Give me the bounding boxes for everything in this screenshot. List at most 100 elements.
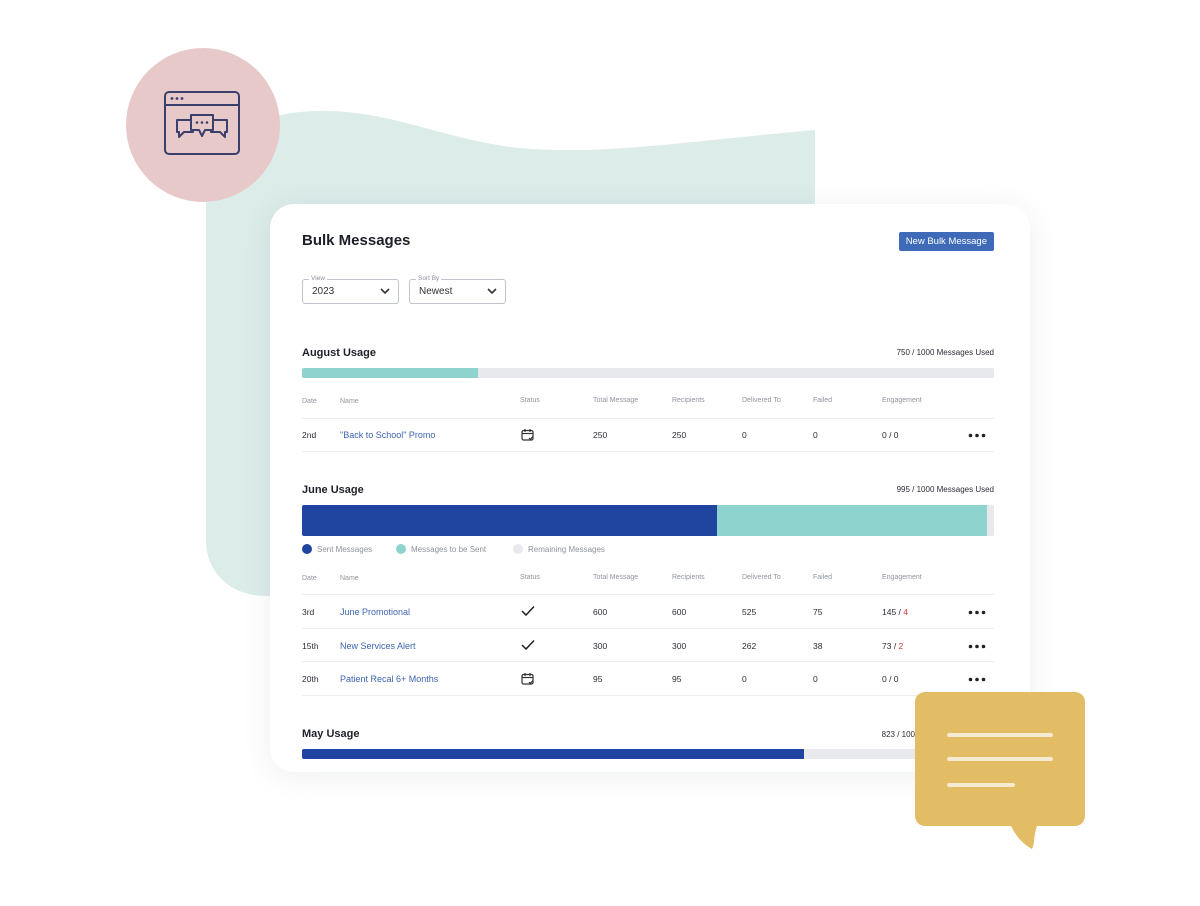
august-usage-title: August Usage [302, 347, 376, 359]
sort-select-label: Sort By [416, 275, 442, 282]
more-options-icon[interactable] [968, 644, 986, 649]
column-header-failed: Failed [813, 397, 833, 404]
engagement-opened: 145 / [882, 607, 904, 617]
view-select-label: View [309, 275, 327, 282]
row-date: 15th [302, 641, 319, 651]
browser-chat-icon [164, 91, 240, 155]
column-header-recipients: Recipients [672, 574, 705, 581]
row-name-link[interactable]: New Services Alert [340, 641, 416, 651]
legend-remaining-label: Remaining Messages [528, 544, 605, 554]
row-recipients: 250 [672, 430, 687, 440]
june-usage-title: June Usage [302, 484, 364, 496]
row-divider [302, 451, 994, 452]
column-header-status: Status [520, 397, 540, 404]
legend-sent: Sent Messages [302, 544, 372, 554]
more-options-icon[interactable] [968, 610, 986, 615]
column-header-engagement: Engagement [882, 397, 922, 404]
legend-sent-label: Sent Messages [317, 544, 373, 554]
row-engagement: 145 / 4 [882, 607, 908, 617]
checkmark-icon [521, 605, 535, 617]
row-engagement: 0 / 0 [882, 674, 899, 684]
calendar-scheduled-icon [521, 429, 534, 441]
row-divider [302, 594, 994, 595]
row-total: 95 [593, 674, 603, 684]
row-total: 300 [593, 641, 608, 651]
chevron-down-icon [380, 288, 390, 295]
sort-select[interactable]: Sort By Newest [409, 275, 506, 304]
new-bulk-message-button[interactable]: New Bulk Message [898, 232, 994, 251]
chevron-down-icon [487, 288, 497, 295]
may-sent-segment [302, 749, 805, 759]
row-recipients: 95 [672, 674, 682, 684]
row-delivered: 262 [742, 641, 757, 651]
message-bubble-icon [915, 692, 1085, 849]
may-usage-title: May Usage [302, 728, 360, 740]
legend-to-be-sent: Messages to be Sent [396, 544, 486, 554]
bulk-messages-card: Bulk Messages New Bulk Message View 2023… [270, 204, 1030, 772]
row-name-link[interactable]: "Back to School" Promo [340, 430, 435, 440]
row-failed: 0 [813, 674, 818, 684]
sort-select-value: Newest [419, 286, 453, 297]
row-recipients: 300 [672, 641, 687, 651]
checkmark-icon [521, 639, 535, 651]
row-divider [302, 628, 994, 629]
june-scheduled-segment [717, 505, 988, 536]
legend-remaining-dot [513, 544, 523, 554]
june-sent-segment [302, 505, 718, 536]
column-header-failed: Failed [813, 574, 833, 581]
chat-window-badge [126, 48, 280, 202]
column-header-status: Status [520, 574, 540, 581]
column-header-name: Name [340, 398, 359, 405]
row-name-link[interactable]: June Promotional [340, 607, 410, 617]
column-header-engagement: Engagement [882, 574, 922, 581]
view-select-value: 2023 [312, 286, 335, 297]
column-header-name: Name [340, 575, 359, 582]
august-usage-bar [302, 368, 994, 378]
column-header-recipients: Recipients [672, 397, 705, 404]
may-usage-bar [302, 749, 994, 759]
more-options-icon[interactable] [968, 677, 986, 682]
column-header-delivered: Delivered To [742, 574, 781, 581]
august-usage-count: 750 / 1000 Messages Used [896, 348, 994, 357]
row-total: 600 [593, 607, 608, 617]
row-delivered: 525 [742, 607, 757, 617]
row-divider [302, 661, 994, 662]
calendar-scheduled-icon [521, 673, 534, 685]
legend-remaining: Remaining Messages [513, 544, 605, 554]
row-divider [302, 418, 994, 419]
row-date: 3rd [302, 607, 315, 617]
column-header-date: Date [302, 575, 317, 582]
engagement-failed: 2 [898, 641, 904, 651]
row-failed: 0 [813, 430, 818, 440]
engagement-opened: 73 / [882, 641, 899, 651]
column-header-delivered: Delivered To [742, 397, 781, 404]
row-total: 250 [593, 430, 608, 440]
column-header-date: Date [302, 398, 317, 405]
may-usage-count: 823 / 100 [881, 730, 915, 739]
view-select[interactable]: View 2023 [302, 275, 399, 304]
page-title: Bulk Messages [302, 232, 411, 249]
june-usage-bar [302, 505, 994, 536]
row-date: 20th [302, 674, 319, 684]
row-engagement: 73 / 2 [882, 641, 903, 651]
column-header-total: Total Message [593, 397, 639, 404]
row-recipients: 600 [672, 607, 687, 617]
august-scheduled-segment [302, 368, 478, 378]
june-usage-count: 995 / 1000 Messages Used [896, 485, 994, 494]
engagement-opened: 0 / 0 [882, 674, 899, 684]
row-failed: 38 [813, 641, 823, 651]
row-delivered: 0 [742, 430, 747, 440]
engagement-opened: 0 / 0 [882, 430, 899, 440]
row-engagement: 0 / 0 [882, 430, 899, 440]
row-date: 2nd [302, 430, 317, 440]
column-header-total: Total Message [593, 574, 639, 581]
row-name-link[interactable]: Patient Recal 6+ Months [340, 674, 438, 684]
legend-sent-dot [302, 544, 312, 554]
row-divider [302, 695, 994, 696]
legend-to-be-sent-label: Messages to be Sent [411, 544, 487, 554]
row-failed: 75 [813, 607, 823, 617]
engagement-failed: 4 [903, 607, 909, 617]
row-delivered: 0 [742, 674, 747, 684]
legend-to-be-sent-dot [396, 544, 406, 554]
more-options-icon[interactable] [968, 433, 986, 438]
